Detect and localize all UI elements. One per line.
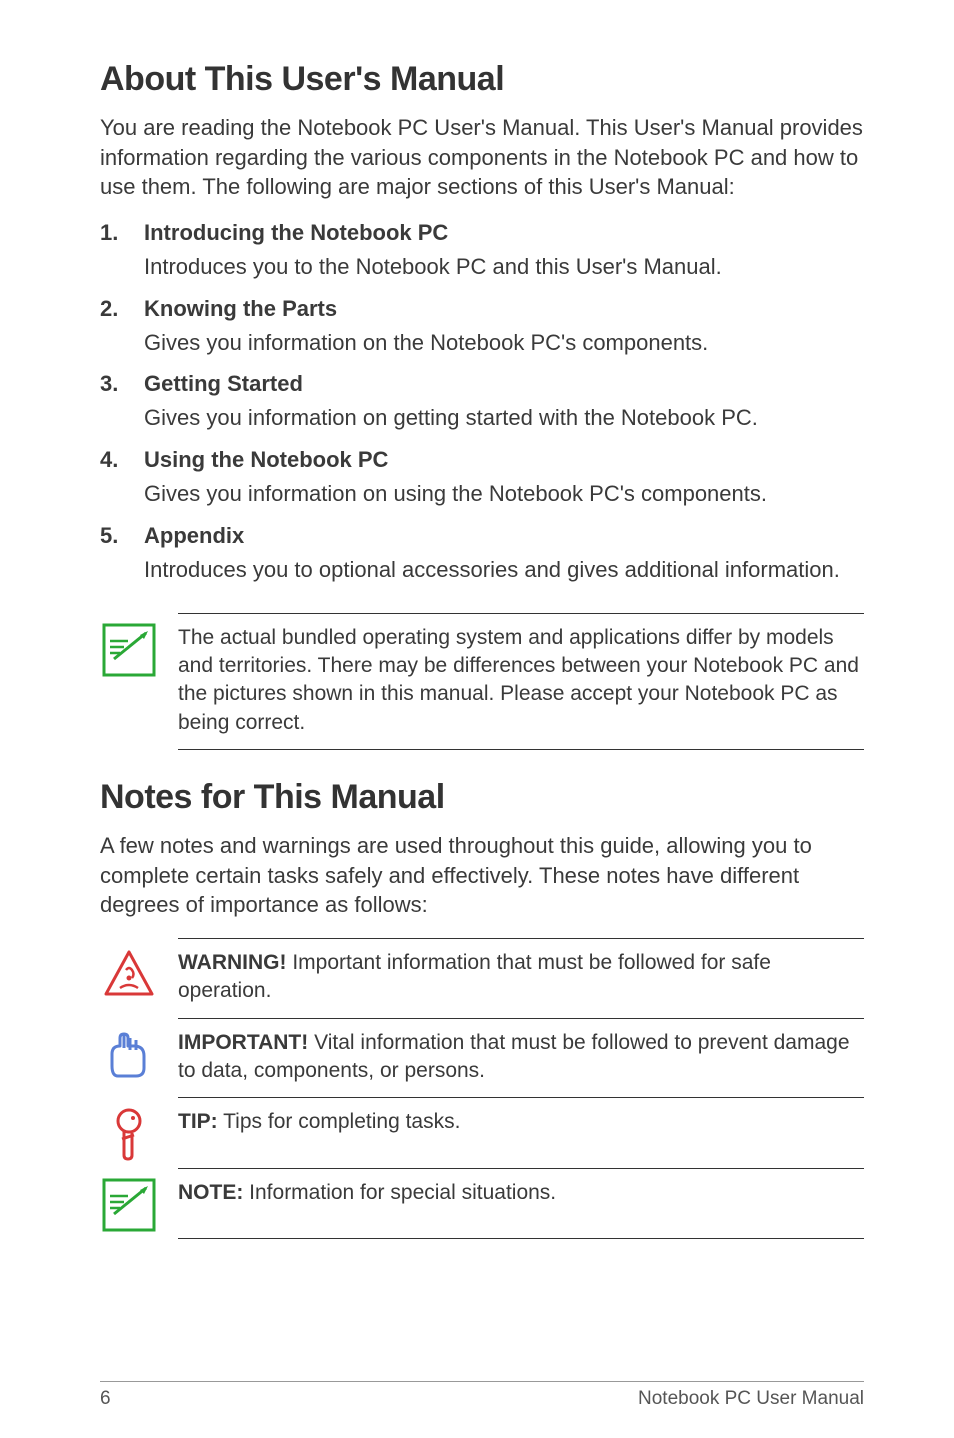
heading-about: About This User's Manual (100, 60, 864, 99)
intro-text: You are reading the Notebook PC User's M… (100, 113, 864, 202)
warning-text: WARNING! Important information that must… (178, 949, 864, 1006)
list-item-desc: Gives you information on getting started… (144, 403, 864, 433)
page-footer: 6 Notebook PC User Manual (100, 1381, 864, 1410)
important-label: IMPORTANT! (178, 1031, 308, 1054)
note-row-note: NOTE: Information for special situations… (100, 1168, 864, 1239)
heading-notes: Notes for This Manual (100, 778, 864, 817)
note-row-tip: TIP: Tips for completing tasks. (100, 1097, 864, 1168)
notes-intro: A few notes and warnings are used throug… (100, 831, 864, 920)
list-number: 5. (100, 523, 144, 593)
note-icon (100, 621, 158, 679)
list-item-title: Introducing the Notebook PC (144, 220, 864, 246)
sections-list: 1. Introducing the Notebook PC Introduce… (100, 220, 864, 592)
list-item-desc: Introduces you to optional accessories a… (144, 555, 864, 585)
list-item-title: Knowing the Parts (144, 296, 864, 322)
list-item-desc: Gives you information on the Notebook PC… (144, 328, 864, 358)
list-item: 2. Knowing the Parts Gives you informati… (100, 296, 864, 366)
list-item-title: Getting Started (144, 371, 864, 397)
list-item-title: Using the Notebook PC (144, 447, 864, 473)
list-item: 1. Introducing the Notebook PC Introduce… (100, 220, 864, 290)
note-body: Information for special situations. (243, 1181, 556, 1204)
important-text: IMPORTANT! Vital information that must b… (178, 1029, 864, 1086)
footer-title: Notebook PC User Manual (638, 1388, 864, 1410)
list-item: 4. Using the Notebook PC Gives you infor… (100, 447, 864, 517)
important-icon (100, 1026, 158, 1084)
tip-label: TIP: (178, 1110, 218, 1133)
note-row-warning: WARNING! Important information that must… (100, 938, 864, 1018)
list-number: 3. (100, 371, 144, 441)
tip-text: TIP: Tips for completing tasks. (178, 1108, 864, 1136)
tip-icon (100, 1105, 158, 1163)
list-item-desc: Introduces you to the Notebook PC and th… (144, 252, 864, 282)
note-label: NOTE: (178, 1181, 243, 1204)
note-block-bundled: The actual bundled operating system and … (100, 613, 864, 750)
note-icon (100, 1176, 158, 1234)
list-item-desc: Gives you information on using the Noteb… (144, 479, 864, 509)
list-number: 4. (100, 447, 144, 517)
tip-body: Tips for completing tasks. (218, 1110, 461, 1133)
warning-icon (100, 946, 158, 1004)
note-row-important: IMPORTANT! Vital information that must b… (100, 1018, 864, 1098)
warning-label: WARNING! (178, 951, 287, 974)
list-item-title: Appendix (144, 523, 864, 549)
list-number: 2. (100, 296, 144, 366)
note-bundled-text: The actual bundled operating system and … (178, 624, 864, 737)
list-number: 1. (100, 220, 144, 290)
list-item: 3. Getting Started Gives you information… (100, 371, 864, 441)
page-number: 6 (100, 1388, 111, 1410)
note-text: NOTE: Information for special situations… (178, 1179, 864, 1207)
list-item: 5. Appendix Introduces you to optional a… (100, 523, 864, 593)
notes-section: WARNING! Important information that must… (100, 938, 864, 1239)
